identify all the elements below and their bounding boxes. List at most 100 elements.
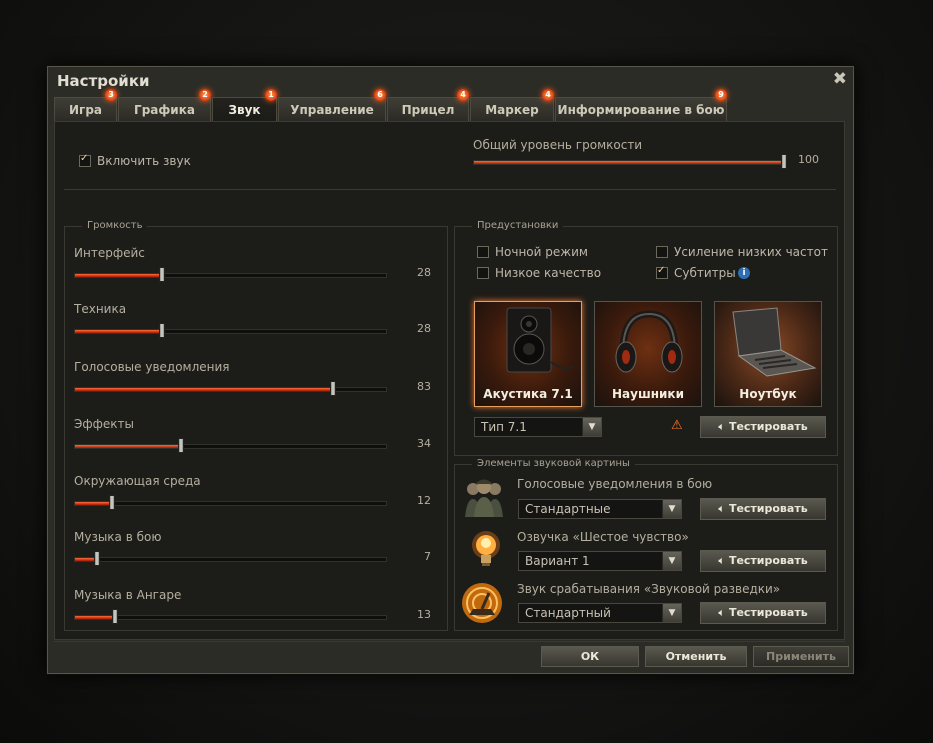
volume-slider-label: Голосовые уведомления	[74, 360, 230, 374]
volume-slider[interactable]	[74, 551, 387, 566]
chevron-down-icon: ▼	[582, 418, 601, 436]
tab-battle-info[interactable]: Информирование в бою 9	[555, 89, 727, 121]
volume-slider-value: 12	[417, 494, 431, 507]
slider-fill	[75, 616, 116, 619]
slider-thumb[interactable]	[112, 609, 119, 624]
voice-notifications-label: Голосовые уведомления в бою	[517, 477, 713, 491]
device-acoustics[interactable]: Акустика 7.1	[474, 301, 582, 407]
slider-thumb[interactable]	[109, 495, 116, 510]
volume-slider-label: Эффекты	[74, 417, 134, 431]
tab-badge: 6	[374, 89, 386, 101]
volume-slider[interactable]	[74, 438, 387, 453]
device-label: Наушники	[612, 387, 684, 401]
settings-dialog: Настройки ✖ Игра 3 Графика 2 Звук 1 Управле…	[47, 66, 854, 674]
slider-fill	[75, 330, 163, 333]
presets-group-title: Предустановки	[472, 220, 564, 231]
master-volume-label: Общий уровень громкости	[473, 138, 643, 152]
slider-fill	[75, 445, 181, 448]
ok-button[interactable]: ОК	[541, 646, 639, 667]
checkbox-box	[656, 265, 668, 279]
volume-slider[interactable]	[74, 609, 387, 624]
laptop-icon	[732, 307, 817, 377]
night-mode-checkbox[interactable]: Ночной режим	[477, 245, 588, 259]
slider-fill	[75, 502, 113, 505]
checkbox-box	[79, 153, 91, 167]
sound-recon-select[interactable]: Стандартный ▼	[518, 603, 682, 623]
test-sound-recon-button[interactable]: 🔈︎ Тестировать	[700, 602, 826, 624]
volume-slider-value: 13	[417, 608, 431, 621]
tab-badge: 9	[715, 89, 727, 101]
volume-slider[interactable]	[74, 381, 387, 396]
close-icon[interactable]: ✖	[833, 69, 847, 89]
tab-badge: 3	[105, 89, 117, 101]
device-laptop[interactable]: Ноутбук	[714, 301, 822, 407]
sound-type-select[interactable]: Тип 7.1 ▼	[474, 417, 602, 437]
dialog-title: Настройки	[57, 72, 150, 90]
info-icon[interactable]: i	[738, 267, 750, 279]
slider-thumb[interactable]	[781, 154, 787, 169]
radar-icon	[462, 583, 502, 623]
volume-slider[interactable]	[74, 495, 387, 510]
volume-slider-label: Музыка в бою	[74, 530, 162, 544]
footer-divider	[54, 641, 845, 642]
master-volume-value: 100	[798, 153, 819, 166]
sound-elements-group: Элементы звуковой картины Голосовые увед…	[454, 458, 838, 631]
tab-marker[interactable]: Маркер 4	[470, 89, 554, 121]
speaker-small-icon: 🔈︎	[718, 554, 725, 567]
volume-group: Громкость Интерфейс 28 Техника 28 Голосовые …	[64, 220, 448, 631]
sixth-sense-select[interactable]: Вариант 1 ▼	[518, 551, 682, 571]
slider-fill	[75, 274, 163, 277]
volume-group-title: Громкость	[82, 220, 148, 231]
voice-notifications-select[interactable]: Стандартные ▼	[518, 499, 682, 519]
tab-game[interactable]: Игра 3	[54, 89, 117, 121]
checkbox-box	[477, 267, 489, 279]
volume-slider-value: 28	[417, 322, 431, 335]
slider-thumb[interactable]	[330, 381, 337, 396]
subtitles-checkbox[interactable]: Субтитры	[656, 265, 736, 280]
slider-fill	[75, 388, 334, 391]
slider-thumb[interactable]	[93, 551, 100, 566]
low-quality-checkbox[interactable]: Низкое качество	[477, 266, 601, 280]
device-label: Акустика 7.1	[483, 387, 573, 401]
headphones-icon	[615, 310, 683, 373]
tab-badge: 4	[457, 89, 469, 101]
volume-slider-value: 7	[424, 550, 431, 563]
tab-controls[interactable]: Управление 6	[278, 89, 386, 121]
cancel-button[interactable]: Отменить	[645, 646, 747, 667]
bass-boost-checkbox[interactable]: Усиление низких частот	[656, 245, 828, 259]
tab-badge: 1	[265, 89, 277, 101]
volume-slider-label: Музыка в Ангаре	[74, 588, 182, 602]
speaker-small-icon: 🔈︎	[718, 502, 725, 515]
tab-sight[interactable]: Прицел 4	[387, 89, 469, 121]
tab-graphics[interactable]: Графика 2	[118, 89, 211, 121]
enable-sound-checkbox[interactable]: Включить звук	[79, 153, 191, 168]
volume-slider[interactable]	[74, 323, 387, 338]
checkbox-box	[477, 246, 489, 258]
volume-slider-label: Интерфейс	[74, 246, 145, 260]
speaker-small-icon: 🔈︎	[718, 420, 725, 433]
apply-button[interactable]: Применить	[753, 646, 849, 667]
volume-slider[interactable]	[74, 267, 387, 282]
device-headphones[interactable]: Наушники	[594, 301, 702, 407]
chevron-down-icon: ▼	[662, 552, 681, 570]
speaker-icon	[506, 307, 574, 373]
test-sixth-sense-button[interactable]: 🔈︎ Тестировать	[700, 550, 826, 572]
slider-thumb[interactable]	[177, 438, 184, 453]
master-volume-slider[interactable]	[473, 154, 787, 169]
speaker-small-icon: 🔈︎	[718, 606, 725, 619]
volume-slider-value: 83	[417, 380, 431, 393]
test-voice-button[interactable]: 🔈︎ Тестировать	[700, 498, 826, 520]
presets-group: Предустановки Ночной режим Усиление низк…	[454, 220, 838, 456]
warning-icon: ⚠	[671, 418, 683, 433]
slider-thumb[interactable]	[159, 323, 166, 338]
tab-badge: 2	[199, 89, 211, 101]
sound-recon-label: Звук срабатывания «Звуковой разведки»	[517, 582, 781, 596]
slider-thumb[interactable]	[159, 267, 166, 282]
sound-topbar: Включить звук Общий уровень громкости 10…	[64, 127, 836, 190]
tab-sound[interactable]: Звук 1	[212, 89, 277, 121]
volume-slider-value: 28	[417, 266, 431, 279]
test-sound-button[interactable]: 🔈︎ Тестировать	[700, 416, 826, 438]
tab-badge: 4	[542, 89, 554, 101]
chevron-down-icon: ▼	[662, 604, 681, 622]
device-label: Ноутбук	[739, 387, 797, 401]
